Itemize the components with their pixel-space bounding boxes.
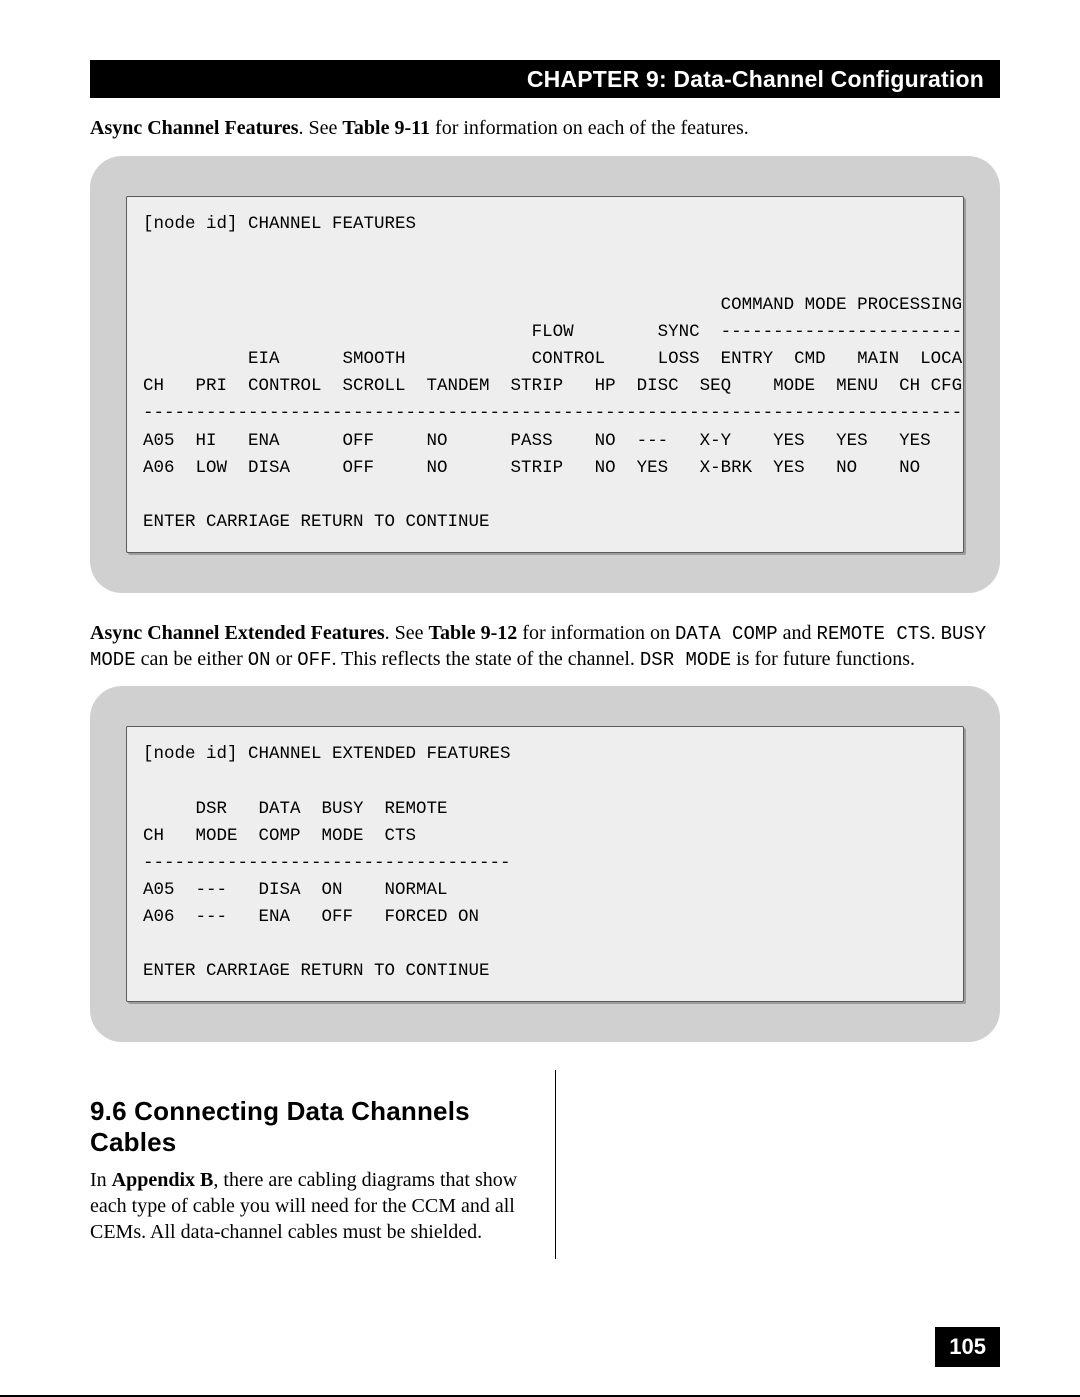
page-number: 105 (949, 1334, 986, 1359)
terminal-window: [node id] CHANNEL EXTENDED FEATURES DSR … (126, 726, 964, 1002)
code-text: ON (248, 649, 271, 671)
text: . (931, 622, 941, 644)
terminal-card-channel-features: [node id] CHANNEL FEATURES COMMAND MODE … (90, 156, 1000, 594)
chapter-title: CHAPTER 9: Data-Channel Configuration (527, 66, 984, 93)
terminal-line: CH MODE COMP MODE CTS (143, 826, 416, 846)
bold-text: Async Channel Extended Features (90, 622, 385, 644)
text: and (778, 622, 817, 644)
left-column: 9.6 Connecting Data Channels Cables In A… (90, 1070, 527, 1259)
terminal-prompt: ENTER CARRIAGE RETURN TO CONTINUE (143, 512, 490, 532)
table-ref: Table 9-11 (342, 117, 430, 139)
code-text: DATA COMP (675, 623, 778, 645)
terminal-line: A06 LOW DISA OFF NO STRIP NO YES X-BRK Y… (143, 458, 920, 478)
code-text: REMOTE CTS (817, 623, 931, 645)
text: . This reflects the state of the channel… (331, 648, 639, 670)
terminal-line: A06 --- ENA OFF FORCED ON (143, 907, 479, 927)
terminal-line: DSR DATA BUSY REMOTE (143, 799, 448, 819)
page: CHAPTER 9: Data-Channel Configuration As… (0, 0, 1080, 1397)
text: . See (385, 622, 429, 644)
terminal-prompt: ENTER CARRIAGE RETURN TO CONTINUE (143, 961, 490, 981)
terminal-window: [node id] CHANNEL FEATURES COMMAND MODE … (126, 196, 964, 554)
terminal-line: FLOW SYNC ------------------------ (143, 322, 964, 342)
terminal-line: CH PRI CONTROL SCROLL TANDEM STRIP HP DI… (143, 376, 962, 396)
section-9-6-body: In Appendix B, there are cabling diagram… (90, 1168, 527, 1245)
appendix-ref: Appendix B (112, 1169, 214, 1191)
two-column-section: 9.6 Connecting Data Channels Cables In A… (90, 1070, 1000, 1259)
section-heading-9-6: 9.6 Connecting Data Channels Cables (90, 1096, 527, 1158)
terminal-line: A05 HI ENA OFF NO PASS NO --- X-Y YES YE… (143, 431, 931, 451)
text: for information on (517, 622, 675, 644)
text: is for future functions. (731, 648, 915, 670)
terminal-line: EIA SMOOTH CONTROL LOSS ENTRY CMD MAIN L… (143, 349, 964, 369)
async-channel-features-intro: Async Channel Features. See Table 9-11 f… (90, 116, 1000, 142)
text: In (90, 1169, 112, 1191)
text: for information on each of the features. (430, 117, 749, 139)
text: . See (299, 117, 343, 139)
text: can be either (136, 648, 248, 670)
terminal-line: A05 --- DISA ON NORMAL (143, 880, 448, 900)
page-number-badge: 105 (935, 1327, 1000, 1367)
terminal-line: ----------------------------------- (143, 853, 511, 873)
terminal-line: [node id] CHANNEL EXTENDED FEATURES (143, 744, 511, 764)
terminal-line: ----------------------------------------… (143, 403, 962, 423)
column-divider (555, 1070, 556, 1259)
chapter-title-bar: CHAPTER 9: Data-Channel Configuration (90, 60, 1000, 98)
terminal-line: [node id] CHANNEL FEATURES (143, 214, 416, 234)
text: or (271, 648, 298, 670)
terminal-line: COMMAND MODE PROCESSING (143, 295, 962, 315)
bold-text: Async Channel Features (90, 117, 299, 139)
right-column (584, 1070, 1000, 1259)
code-text: OFF (297, 649, 331, 671)
terminal-card-channel-extended-features: [node id] CHANNEL EXTENDED FEATURES DSR … (90, 686, 1000, 1042)
async-channel-extended-features-intro: Async Channel Extended Features. See Tab… (90, 621, 1000, 672)
table-ref: Table 9-12 (429, 622, 518, 644)
code-text: DSR MODE (640, 649, 731, 671)
